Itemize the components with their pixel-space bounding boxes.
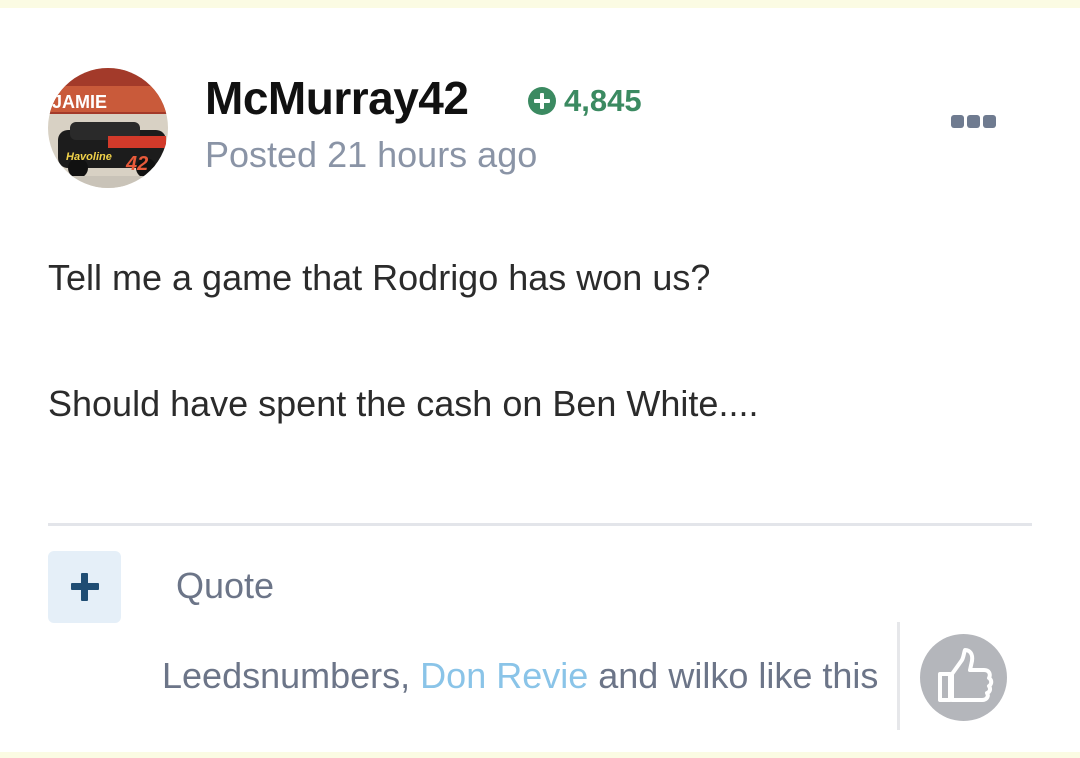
vertical-divider: [897, 622, 900, 730]
likes-summary: Leedsnumbers, Don Revie and wilko like t…: [162, 654, 878, 698]
like-button[interactable]: [920, 634, 1007, 721]
post-timestamp[interactable]: Posted 21 hours ago: [205, 134, 537, 176]
avatar-image: JAMIE Havoline 42: [48, 68, 168, 188]
reputation-count: 4,845: [564, 83, 642, 118]
liker-name[interactable]: Don Revie: [420, 655, 588, 696]
avatar[interactable]: JAMIE Havoline 42: [48, 68, 168, 188]
ellipsis-icon: [966, 114, 980, 128]
likes-separator: and: [588, 655, 669, 696]
ellipsis-icon: [982, 114, 996, 128]
bottom-accent-strip: [0, 752, 1080, 758]
post-paragraph: Should have spent the cash on Ben White.…: [48, 383, 759, 424]
divider: [48, 523, 1032, 526]
author-username[interactable]: McMurray42: [205, 72, 469, 124]
liker-name[interactable]: Leedsnumbers: [162, 655, 400, 696]
avatar-top-text: JAMIE: [52, 92, 107, 112]
post-body: Tell me a game that Rodrigo has won us? …: [48, 254, 1028, 428]
thumbs-up-icon: [938, 648, 994, 702]
post-paragraph: Tell me a game that Rodrigo has won us?: [48, 257, 711, 298]
more-options-button[interactable]: [946, 110, 1000, 132]
add-multiquote-button[interactable]: [48, 551, 121, 623]
avatar-sponsor-text: Havoline: [66, 151, 112, 163]
avatar-number-text: 42: [125, 153, 148, 175]
ellipsis-icon: [950, 114, 964, 128]
liker-name[interactable]: wilko: [668, 655, 748, 696]
top-accent-strip: [0, 0, 1080, 8]
plus-circle-icon: [528, 87, 556, 115]
likes-suffix: like this: [748, 655, 879, 696]
likes-separator: ,: [400, 655, 421, 696]
plus-icon: [81, 573, 88, 601]
reputation-badge: 4,845: [528, 84, 642, 118]
quote-button[interactable]: Quote: [176, 564, 274, 608]
